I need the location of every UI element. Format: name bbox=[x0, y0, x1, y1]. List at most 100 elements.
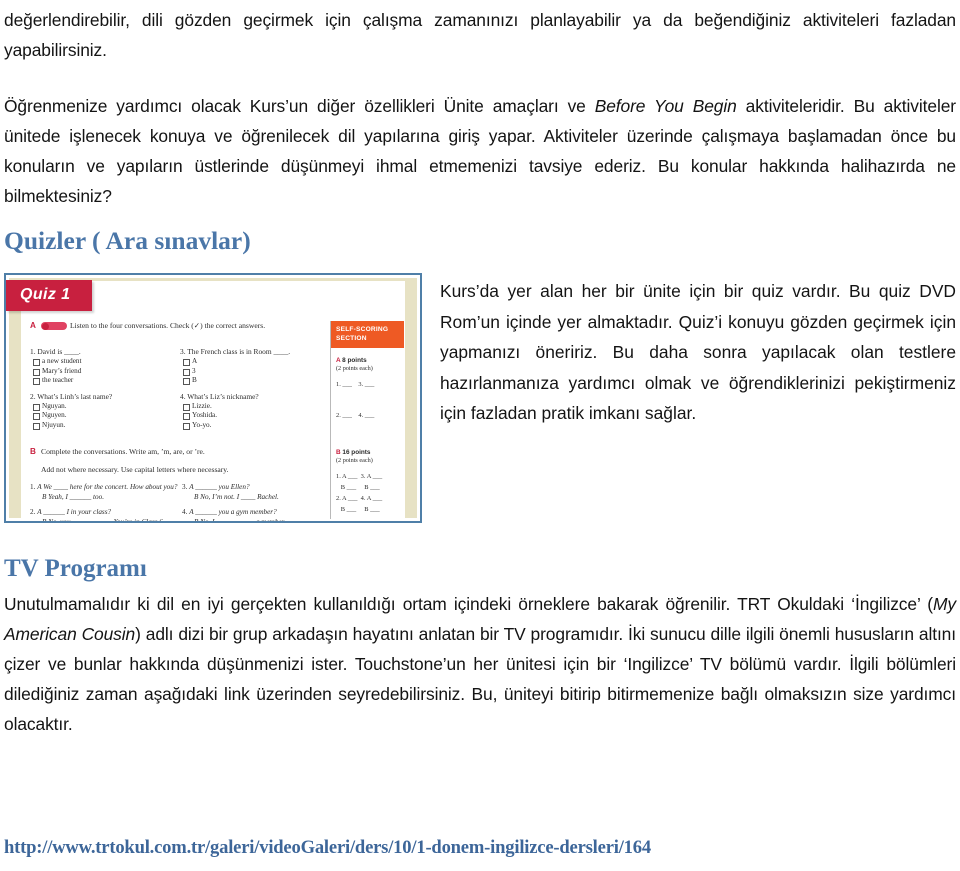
section-b-line-b: B No, I’m not. I ____ Rachel. bbox=[194, 493, 279, 502]
section-b-letter: B bbox=[30, 446, 36, 456]
quiz-item-question: 2. What’s Linh’s last name? bbox=[30, 392, 180, 402]
quiz-option: Yoshida. bbox=[180, 411, 330, 421]
video-gallery-link[interactable]: http://www.trtokul.com.tr/galeri/videoGa… bbox=[4, 835, 651, 861]
scoring-b-row-4: B ___ B ___ bbox=[336, 506, 380, 513]
section-b-instruction-line1: Complete the conversations. Write am, ’m… bbox=[41, 446, 205, 456]
scoring-b-row-1: 1. A ___ 3. A ___ bbox=[336, 473, 383, 480]
paragraph-intro-continued: değerlendirebilir, dili gözden geçirmek … bbox=[4, 10, 956, 60]
paragraph-tv: Unutulmamalıdır ki dil en iyi gerçekten … bbox=[4, 589, 956, 739]
quiz-figure-image: Quiz 1 SELF-SCORING SECTION A 8 points (… bbox=[4, 273, 422, 523]
section-b-rows: 1. A We ____ here for the concert. How a… bbox=[30, 482, 335, 523]
quiz-option: Nguyan. bbox=[30, 402, 180, 412]
section-b-row: 2. A ______ I in your class? B No, you _… bbox=[30, 507, 335, 523]
quiz-item-text: The French class is in Room ____. bbox=[187, 347, 291, 356]
section-b-line-a: A ______ you a gym member? bbox=[189, 508, 277, 517]
quiz-option: Yo-yo. bbox=[180, 421, 330, 431]
section-b-cell: 2. A ______ I in your class? B No, you _… bbox=[30, 507, 182, 523]
quiz-item: 2. What’s Linh’s last name? Nguyan. Nguy… bbox=[30, 392, 180, 431]
section-b-line-b: B Yeah, I ______ too. bbox=[42, 493, 105, 502]
self-scoring-body: A 8 points (2 points each) 1. ___ 3. ___… bbox=[331, 357, 404, 515]
scoring-a-each: (2 points each) bbox=[336, 365, 373, 372]
features-italic-title: Before You Begin bbox=[594, 96, 737, 116]
heading-quizler: Quizler ( Ara sınavlar) bbox=[4, 226, 251, 255]
scoring-a-label: A 8 points bbox=[336, 357, 399, 364]
self-scoring-header-line1: SELF-SCORING bbox=[336, 326, 389, 333]
section-b-number: 3. bbox=[182, 483, 188, 492]
quiz-tab-label: Quiz 1 bbox=[6, 280, 93, 311]
quiz-item-question: 4. What’s Liz’s nickname? bbox=[180, 392, 330, 402]
quiz-page-content: SELF-SCORING SECTION A 8 points (2 point… bbox=[30, 321, 404, 521]
quiz-option: B bbox=[180, 376, 330, 386]
scoring-b-row-2: B ___ B ___ bbox=[336, 484, 380, 491]
section-b-line: 4. A ______ you a gym member? bbox=[182, 507, 334, 517]
section-b-cell: 3. A ______ you Ellen? B No, I’m not. I … bbox=[182, 482, 334, 502]
quiz-item-text: What’s Linh’s last name? bbox=[37, 391, 113, 401]
quiz-item: 1. David is ____. a new student Mary’s f… bbox=[30, 347, 180, 386]
quiz-item: 4. What’s Liz’s nickname? Lizzie. Yoshid… bbox=[180, 392, 330, 431]
section-b-number: 1. bbox=[30, 483, 36, 492]
quiz-item-number: 4. bbox=[180, 391, 186, 401]
quiz-description-text: Kurs’da yer alan her bir ünite için bir … bbox=[440, 281, 956, 423]
tv-text-part2: ) adlı dizi bir grup arkadaşın hayatını … bbox=[4, 624, 956, 734]
section-a-column-right: 3. The French class is in Room ____. A 3… bbox=[180, 347, 330, 437]
heading-tv-programi: TV Programı bbox=[4, 555, 147, 582]
quiz-option: a new student bbox=[30, 357, 180, 367]
scoring-a-letter: A bbox=[336, 357, 341, 364]
quiz-item-number: 1. bbox=[30, 347, 36, 356]
section-b-line-a: A ______ you Ellen? bbox=[189, 483, 250, 492]
section-b-line: 2. A ______ I in your class? bbox=[30, 507, 182, 517]
quiz-item-question: 1. David is ____. bbox=[30, 347, 180, 357]
section-b-cell: 1. A We ____ here for the concert. How a… bbox=[30, 482, 182, 502]
scoring-gap bbox=[336, 390, 399, 410]
scoring-b-letter: B bbox=[336, 449, 341, 456]
quiz-option: A bbox=[180, 357, 330, 367]
section-b-cell: 4. A ______ you a gym member? B No. I __… bbox=[182, 507, 334, 523]
section-b-line: 1. A We ____ here for the concert. How a… bbox=[30, 482, 182, 492]
section-a-column-left: 1. David is ____. a new student Mary’s f… bbox=[30, 347, 180, 437]
scoring-b-row-3: 2. A ___ 4. A ___ bbox=[336, 495, 383, 502]
self-scoring-header-line2: SECTION bbox=[336, 335, 367, 342]
tv-text-part1: Unutulmamalıdır ki dil en iyi gerçekten … bbox=[4, 594, 934, 614]
quiz-option: Mary’s friend bbox=[30, 367, 180, 377]
section-a-items: 1. David is ____. a new student Mary’s f… bbox=[30, 347, 330, 437]
paragraph-features: Öğrenmenize yardımcı olacak Kurs’un diğe… bbox=[4, 91, 956, 211]
section-a-instruction: Listen to the four conversations. Check … bbox=[70, 321, 266, 330]
quiz-item-number: 3. bbox=[180, 347, 186, 356]
quiz-option: the teacher bbox=[30, 376, 180, 386]
section-b-row: 1. A We ____ here for the concert. How a… bbox=[30, 482, 335, 502]
quiz-description-column: Kurs’da yer alan her bir ünite için bir … bbox=[422, 273, 956, 429]
section-b-line-a: A ______ I in your class? bbox=[37, 508, 112, 517]
section-b-line: 3. A ______ you Ellen? bbox=[182, 482, 334, 492]
section-b-line-b: B No. I ____ ______ a member. bbox=[194, 518, 286, 523]
document-page: değerlendirebilir, dili gözden geçirmek … bbox=[0, 0, 960, 871]
quiz-item: 3. The French class is in Room ____. A 3… bbox=[180, 347, 330, 386]
quiz-section: Quiz 1 SELF-SCORING SECTION A 8 points (… bbox=[4, 273, 956, 523]
quiz-option: Lizzie. bbox=[180, 402, 330, 412]
section-b-line-b: B No, you ____ ______. You’re in Class 6… bbox=[42, 518, 165, 523]
scoring-a-row-1: 1. ___ 3. ___ bbox=[336, 381, 375, 388]
scoring-a-row-2: 2. ___ 4. ___ bbox=[336, 412, 375, 419]
quiz-item-text: David is ____. bbox=[37, 347, 81, 356]
link-container[interactable]: http://www.trtokul.com.tr/galeri/videoGa… bbox=[4, 835, 651, 861]
scoring-a-points: 8 points bbox=[342, 357, 367, 364]
features-text-part1: Öğrenmenize yardımcı olacak Kurs’un diğe… bbox=[4, 96, 595, 116]
quiz-item-text: What’s Liz’s nickname? bbox=[187, 391, 259, 401]
scoring-b-points: 16 points bbox=[342, 449, 371, 456]
quiz-option: Njuyun. bbox=[30, 421, 180, 431]
audio-icon bbox=[41, 322, 67, 330]
self-scoring-section: SELF-SCORING SECTION A 8 points (2 point… bbox=[330, 321, 404, 519]
section-b-number: 4. bbox=[182, 508, 188, 517]
scoring-b-label: B 16 points bbox=[336, 449, 399, 456]
section-b-number: 2. bbox=[30, 508, 36, 517]
quiz-option: 3 bbox=[180, 367, 330, 377]
quiz-option: Nguyen. bbox=[30, 411, 180, 421]
quiz-item-number: 2. bbox=[30, 391, 36, 401]
scoring-b-each: (2 points each) bbox=[336, 457, 373, 464]
section-b-line-a: A We ____ here for the concert. How abou… bbox=[37, 483, 178, 492]
self-scoring-header: SELF-SCORING SECTION bbox=[331, 321, 404, 348]
section-a-letter: A bbox=[30, 321, 36, 330]
quiz-item-question: 3. The French class is in Room ____. bbox=[180, 347, 330, 357]
